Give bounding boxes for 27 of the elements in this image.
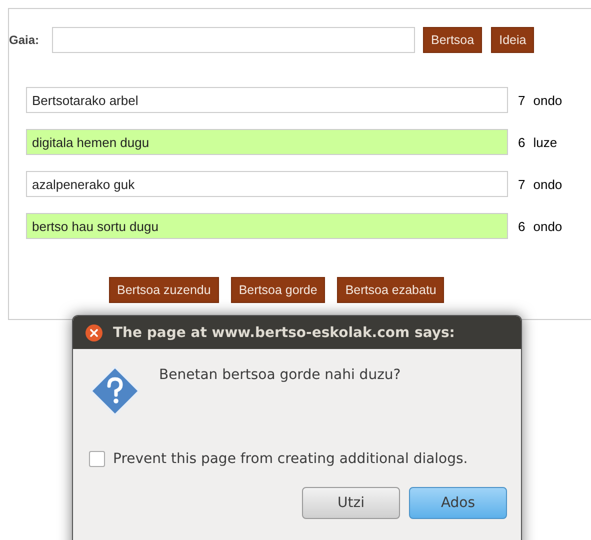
dialog-title: The page at www.bertso-eskolak.com says: [113,324,455,340]
close-icon[interactable] [85,324,103,342]
line-status: ondo [533,176,562,192]
dialog-message: Benetan bertsoa gorde nahi duzu? [159,367,401,383]
verse-line-field[interactable]: bertso hau sortu dugu [26,213,508,239]
verse-line-field[interactable]: azalpenerako guk [26,171,508,197]
action-button[interactable]: Bertsoa ezabatu [337,277,444,303]
checkbox-label: Prevent this page from creating additional dialogs. [113,451,468,467]
line-status: ondo [533,92,562,108]
action-button[interactable]: Bertsoa gorde [230,277,326,303]
dialog-button[interactable]: Ados [409,487,507,519]
checkbox[interactable] [89,451,105,467]
action-button[interactable]: Bertsoa [423,27,482,53]
syllable-count: 7 [518,176,526,192]
verse-line-field[interactable]: Bertsotarako arbel [26,87,508,113]
topic-field[interactable] [52,27,415,53]
action-button[interactable]: Bertsoa zuzendu [109,277,219,303]
question-icon [89,365,141,417]
dialog-button[interactable]: Utzi [302,487,400,519]
topic-label: Gaia: [9,33,40,47]
syllable-count: 6 [518,134,526,150]
line-status: luze [533,134,558,150]
action-button[interactable]: Ideia [491,27,534,53]
line-status: ondo [533,218,562,234]
syllable-count: 6 [518,218,526,234]
syllable-count: 7 [518,92,526,108]
verse-line-field[interactable]: digitala hemen dugu [26,129,508,155]
